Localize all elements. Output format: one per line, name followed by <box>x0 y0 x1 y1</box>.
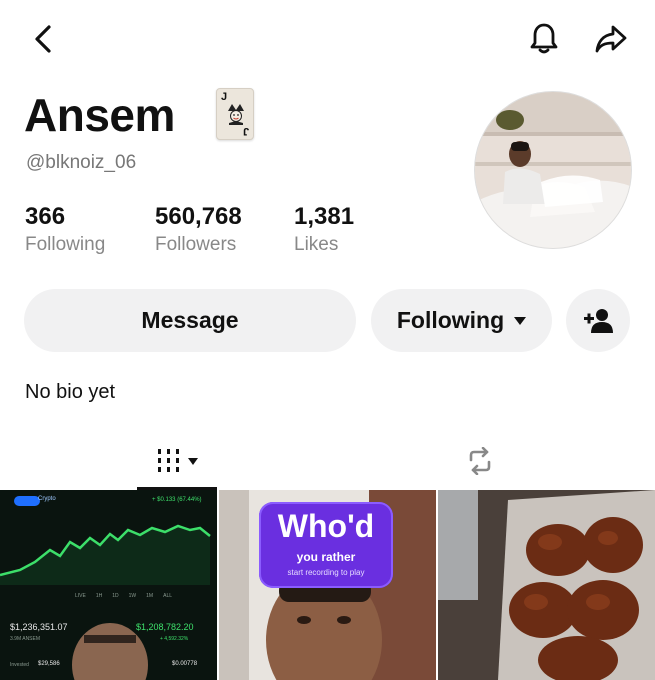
add-user-icon <box>584 308 613 333</box>
chart-change2: + 4,592.32% <box>160 636 189 642</box>
share-button[interactable] <box>590 20 632 58</box>
stat-label: Likes <box>294 234 339 255</box>
chart-balance: $1,236,351.07 <box>10 622 68 632</box>
game-line1: you rather <box>296 550 356 564</box>
game-line2: start recording to play <box>287 568 365 577</box>
grid-icon <box>158 449 179 472</box>
stat-likes[interactable]: 1,381 Likes <box>294 203 354 256</box>
message-label: Message <box>141 307 239 333</box>
tab-reposts[interactable] <box>440 434 520 488</box>
tab-videos[interactable] <box>137 434 217 488</box>
bio: No bio yet <box>25 381 116 403</box>
stat-followers[interactable]: 560,768 Followers <box>155 203 242 256</box>
stat-label: Followers <box>155 234 237 255</box>
chart-value2: $1,208,782.20 <box>136 622 194 632</box>
card-rank: J <box>221 91 228 103</box>
stat-following[interactable]: 366 Following <box>25 203 105 256</box>
following-label: Following <box>396 307 505 333</box>
stat-value: 560,768 <box>155 203 242 230</box>
chart-range-tabs: LIVE 1H 1D 1W 1M ALL <box>75 593 172 599</box>
message-button[interactable]: Message <box>24 289 356 352</box>
range-tab[interactable]: LIVE <box>75 593 86 599</box>
card-rank-bottom: J <box>242 125 249 137</box>
caret-down-icon <box>188 457 198 465</box>
chart-tag: Crypto <box>38 496 56 502</box>
chevron-left-icon <box>35 25 51 53</box>
display-name: Ansem <box>24 89 175 141</box>
avatar[interactable] <box>474 91 632 249</box>
joker-card-icon: J J <box>216 88 254 140</box>
stat-label: Following <box>25 234 106 255</box>
range-tab[interactable]: ALL <box>163 593 172 599</box>
video-thumbnail-food[interactable] <box>438 490 655 680</box>
stat-value: 1,381 <box>294 203 355 230</box>
range-tab[interactable]: 1W <box>129 593 137 599</box>
username: @blknoiz_06 <box>26 152 137 173</box>
back-button[interactable] <box>28 22 58 56</box>
chart-price: $0.00778 <box>172 661 198 667</box>
video-thumbnail-chart[interactable]: Crypto + $0.133 (67.44%) LIVE 1H 1D 1W 1… <box>0 490 217 680</box>
chart-holding: 3.9M ANSEM <box>10 636 41 642</box>
add-user-button[interactable] <box>566 289 630 352</box>
range-tab[interactable]: 1D <box>112 593 118 599</box>
range-tab[interactable]: 1H <box>96 593 102 599</box>
notifications-button[interactable] <box>525 20 563 58</box>
game-title: Who'd <box>277 508 375 544</box>
chart-tag-dot <box>14 496 40 506</box>
chart-invested-value: $29,586 <box>38 661 60 667</box>
following-button[interactable]: Following <box>371 289 552 352</box>
share-arrow-icon <box>595 25 627 53</box>
caret-down-icon <box>514 316 527 325</box>
stat-value: 366 <box>25 203 66 230</box>
game-card: Who'd you rather start recording to play <box>259 502 393 588</box>
chart-change: + $0.133 (67.44%) <box>152 497 202 503</box>
repost-icon <box>469 447 491 475</box>
chart-graphic <box>0 490 217 680</box>
range-tab[interactable]: 1M <box>146 593 153 599</box>
video-thumbnail-game[interactable]: Who'd you rather start recording to play <box>219 490 436 680</box>
chart-invested-label: Invested <box>10 662 29 668</box>
bell-icon <box>530 23 558 54</box>
food-photo <box>438 490 655 680</box>
avatar-photo <box>475 92 631 248</box>
